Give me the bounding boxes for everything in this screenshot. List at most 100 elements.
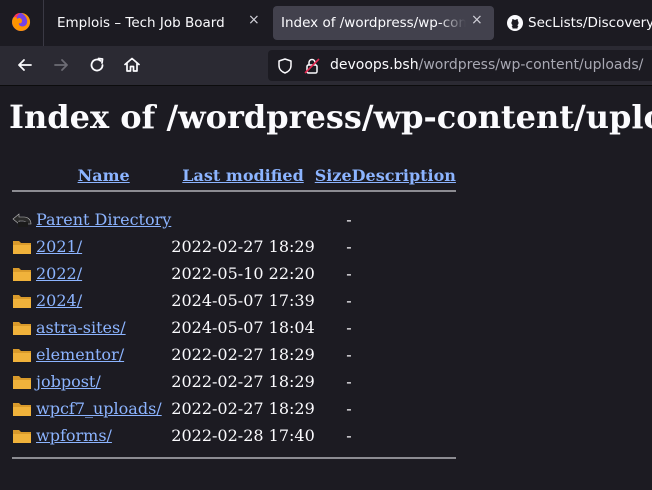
github-icon xyxy=(507,15,523,31)
tab-seclists[interactable]: SecLists/Discovery/W xyxy=(497,0,652,46)
tab-index-of-uploads[interactable]: Index of /wordpress/wp-content/uploads × xyxy=(273,6,494,40)
name-cell: wpcf7_uploads/ xyxy=(36,395,171,422)
sort-by-size-link[interactable]: Size xyxy=(315,166,352,185)
size-cell: - xyxy=(346,426,352,445)
divider xyxy=(12,457,456,459)
description-cell xyxy=(352,341,456,368)
sort-by-last-modified-link[interactable]: Last modified xyxy=(182,166,303,185)
directory-link[interactable]: wpforms/ xyxy=(36,426,112,445)
directory-link[interactable]: elementor/ xyxy=(36,345,124,364)
reload-button[interactable] xyxy=(86,54,108,76)
name-cell: elementor/ xyxy=(36,341,171,368)
table-row-parent-directory: Parent Directory - xyxy=(12,206,456,233)
tab-label: Emplois – Tech Job Board xyxy=(57,15,225,31)
description-cell xyxy=(352,206,456,233)
description-cell xyxy=(352,422,456,449)
directory-link[interactable]: 2024/ xyxy=(36,291,82,310)
size-cell: - xyxy=(346,345,352,364)
back-arrow-icon xyxy=(18,59,32,71)
forward-button[interactable] xyxy=(50,54,72,76)
table-row: 2024/ 2024-05-07 17:39 - xyxy=(12,287,456,314)
name-cell: jobpost/ xyxy=(36,368,171,395)
directory-link[interactable]: astra-sites/ xyxy=(36,318,126,337)
table-row: wpcf7_uploads/ 2022-02-27 18:29 - xyxy=(12,395,456,422)
folder-icon xyxy=(13,429,31,443)
last-modified-column-header: Last modified xyxy=(171,164,314,186)
description-cell xyxy=(352,395,456,422)
tab-strip: Emplois – Tech Job Board × Index of /wor… xyxy=(0,0,652,46)
size-cell: - xyxy=(346,372,352,391)
folder-icon xyxy=(13,240,31,254)
shield-icon[interactable] xyxy=(276,57,294,75)
name-cell: 2022/ xyxy=(36,260,171,287)
url-text[interactable]: devoops.bsh/wordpress/wp-content/uploads… xyxy=(330,57,643,73)
last-modified-cell: 2022-02-27 18:29 xyxy=(171,345,315,364)
directory-listing-table: Name Last modified Size Description Pare… xyxy=(12,164,456,463)
last-modified-cell: 2022-02-28 17:40 xyxy=(171,426,315,445)
icon-cell xyxy=(12,206,36,233)
home-button[interactable] xyxy=(121,54,143,76)
directory-link[interactable]: jobpost/ xyxy=(36,372,101,391)
last-modified-cell: 2024-05-07 17:39 xyxy=(171,291,315,310)
close-tab-icon[interactable]: × xyxy=(248,12,260,28)
table-row: jobpost/ 2022-02-27 18:29 - xyxy=(12,368,456,395)
description-cell xyxy=(352,287,456,314)
table-row: 2022/ 2022-05-10 22:20 - xyxy=(12,260,456,287)
folder-icon xyxy=(13,267,31,281)
icon-cell xyxy=(12,341,36,368)
firefox-icon[interactable] xyxy=(11,12,31,32)
date-cell xyxy=(171,206,314,233)
directory-link[interactable]: wpcf7_uploads/ xyxy=(36,399,162,418)
description-column-header: Description xyxy=(352,164,456,186)
size-cell: - xyxy=(346,318,352,337)
description-cell xyxy=(352,233,456,260)
close-tab-icon[interactable]: × xyxy=(471,12,483,28)
address-bar[interactable]: devoops.bsh/wordpress/wp-content/uploads… xyxy=(268,50,652,81)
directory-link[interactable]: 2022/ xyxy=(36,264,82,283)
page-content: Index of /wordpress/wp-content/uploads N… xyxy=(0,86,652,490)
sort-by-description-link[interactable]: Description xyxy=(352,166,456,185)
last-modified-cell: 2022-02-27 18:29 xyxy=(171,399,315,418)
last-modified-cell: 2022-02-27 18:29 xyxy=(171,372,315,391)
page-title: Index of /wordpress/wp-content/uploads xyxy=(9,98,652,136)
name-cell: wpforms/ xyxy=(36,422,171,449)
name-cell: Parent Directory xyxy=(36,206,171,233)
insecure-lock-icon[interactable] xyxy=(303,57,321,75)
url-path: /wordpress/wp-content/uploads/ xyxy=(418,57,644,73)
last-modified-cell: 2024-05-07 18:04 xyxy=(171,318,315,337)
size-cell: - xyxy=(346,264,352,283)
name-cell: 2021/ xyxy=(36,233,171,260)
folder-icon xyxy=(13,321,31,335)
name-cell: astra-sites/ xyxy=(36,314,171,341)
size-cell: - xyxy=(346,399,352,418)
name-column-header: Name xyxy=(36,164,171,186)
description-cell xyxy=(352,368,456,395)
directory-link[interactable]: 2021/ xyxy=(36,237,82,256)
folder-icon xyxy=(13,402,31,416)
entries-body: 2021/ 2022-02-27 18:29 - 2022/ 2022-05-1… xyxy=(12,233,456,449)
icon-cell xyxy=(12,314,36,341)
size-cell: - xyxy=(346,210,352,229)
name-cell: 2024/ xyxy=(36,287,171,314)
icon-cell xyxy=(12,287,36,314)
last-modified-cell: 2022-02-27 18:29 xyxy=(171,237,315,256)
folder-icon xyxy=(13,375,31,389)
icon-cell xyxy=(12,368,36,395)
table-header-row: Name Last modified Size Description xyxy=(12,164,456,186)
size-column-header: Size xyxy=(315,164,352,186)
navigation-toolbar: devoops.bsh/wordpress/wp-content/uploads… xyxy=(0,46,652,86)
home-icon xyxy=(124,57,140,72)
reload-icon xyxy=(90,57,104,72)
sort-by-name-link[interactable]: Name xyxy=(78,166,130,185)
parent-directory-link[interactable]: Parent Directory xyxy=(36,210,171,229)
size-cell: - xyxy=(346,291,352,310)
table-row: elementor/ 2022-02-27 18:29 - xyxy=(12,341,456,368)
tab-emplois[interactable]: Emplois – Tech Job Board × xyxy=(43,0,268,46)
folder-icon xyxy=(13,348,31,362)
back-button[interactable] xyxy=(14,54,36,76)
header-divider-row xyxy=(12,186,456,196)
divider xyxy=(12,190,456,192)
size-cell: - xyxy=(346,237,352,256)
icon-cell xyxy=(12,395,36,422)
icon-cell xyxy=(12,233,36,260)
